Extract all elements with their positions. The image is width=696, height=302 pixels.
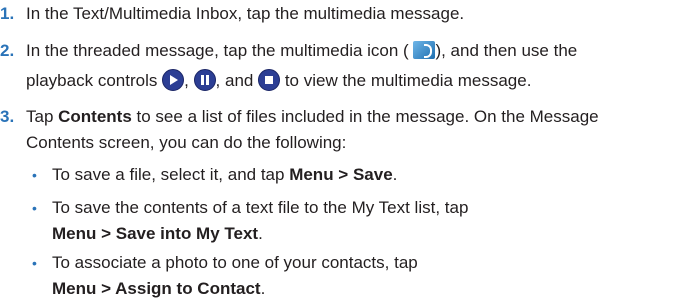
bullet-text-part: . [258, 224, 263, 243]
stop-icon [258, 68, 281, 91]
bullet-bold-term: Menu > Assign to Contact [52, 279, 261, 298]
step-line: Tap Contents to see a list of files incl… [26, 104, 690, 130]
step-text-part: , [184, 71, 189, 90]
step-text: Tap Contents to see a list of files incl… [26, 104, 690, 156]
bullet-text-part: . [392, 165, 398, 184]
bullet-text-part: . [260, 279, 266, 298]
step-line: In the threaded message, tap the multime… [26, 38, 690, 64]
bullet-bold-term: Menu > Save into My Text [52, 224, 259, 243]
step-number: 3. [0, 107, 15, 126]
step-text-part: Tap [26, 107, 59, 126]
step-text: In the Text/Multimedia Inbox, tap the mu… [26, 4, 465, 23]
step-text-part: In the threaded message, tap the multime… [26, 41, 409, 60]
step-line: playback controls , , and to view the mu… [26, 68, 690, 94]
step-text-part: , and [215, 71, 254, 90]
step-number: 2. [0, 41, 15, 60]
play-icon [162, 68, 185, 91]
step-number: 1. [0, 4, 15, 23]
bullet-marker: • [32, 167, 37, 183]
multimedia-icon [413, 40, 436, 59]
bullet-line: Menu > Assign to Contact. [52, 276, 692, 302]
step-text: In the threaded message, tap the multime… [26, 38, 690, 94]
bullet-line: To associate a photo to one of your cont… [52, 253, 418, 272]
bullet-text: To save a file, select it, and tap Menu … [52, 162, 692, 188]
pause-icon [193, 68, 216, 91]
step-line: Contents screen, you can do the followin… [26, 133, 347, 152]
step-text-part: to see a list of files included in the m… [131, 107, 599, 126]
bullet-text: To save the contents of a text file to t… [52, 195, 692, 247]
step-text-part: to view the multimedia message. [284, 71, 532, 90]
bullet-marker: • [32, 200, 37, 216]
step-text-part: ), and then use the [435, 41, 578, 60]
bullet-text-part: To save a file, select it, and tap [52, 165, 290, 184]
bullet-line: Menu > Save into My Text. [52, 221, 692, 247]
step-text-part: playback controls [26, 71, 158, 90]
bullet-marker: • [32, 255, 37, 271]
bullet-bold-term: Menu > Save [289, 165, 393, 184]
bullet-text: To associate a photo to one of your cont… [52, 250, 692, 302]
bullet-line: To save the contents of a text file to t… [52, 198, 469, 217]
step-bold-term: Contents [58, 107, 132, 126]
